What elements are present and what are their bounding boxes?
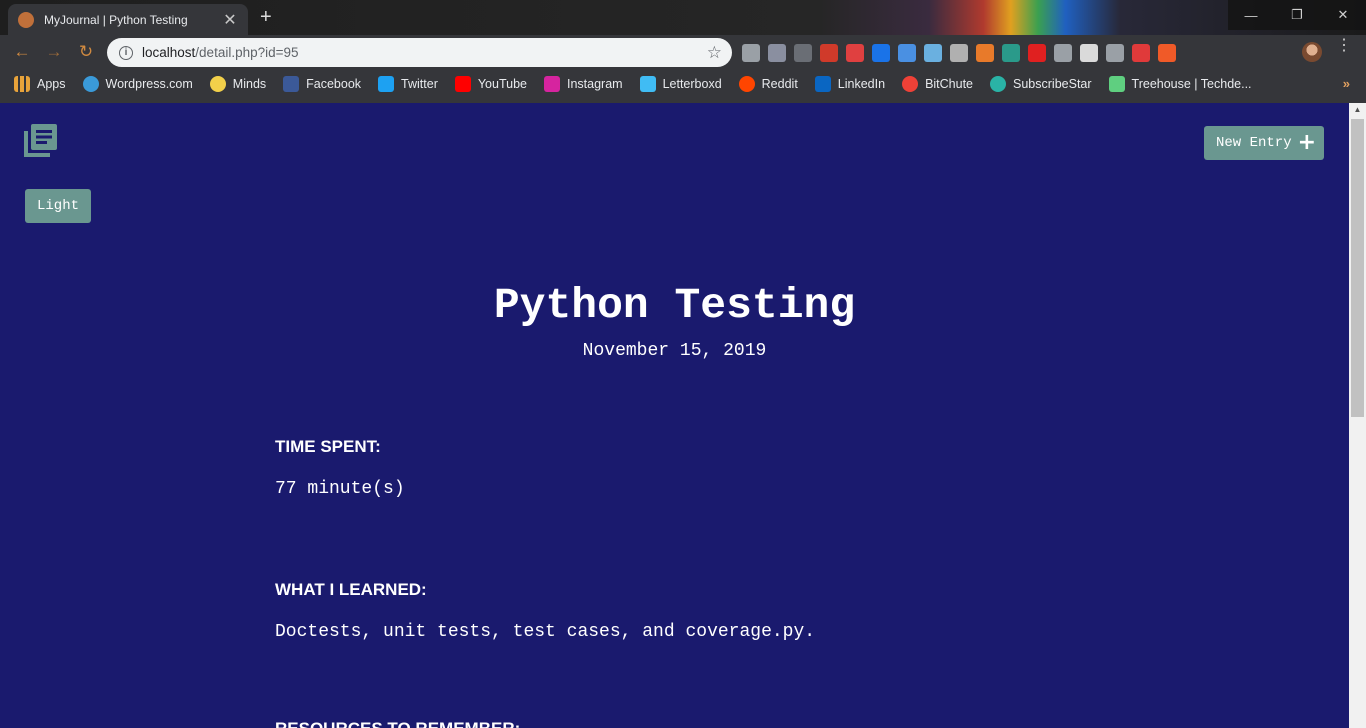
browser-tab[interactable]: MyJournal | Python Testing ✕ — [8, 4, 248, 35]
learned-heading: WHAT I LEARNED: — [275, 580, 427, 599]
page-scrollbar[interactable]: ▲ — [1349, 103, 1366, 728]
plus-icon: + — [1297, 130, 1317, 155]
instagram-icon — [543, 76, 560, 92]
linkedin-icon — [814, 76, 831, 92]
bookmark-item[interactable]: Apps — [14, 76, 66, 92]
extension-icon[interactable] — [1028, 44, 1046, 62]
bookmark-item[interactable]: LinkedIn — [814, 76, 886, 92]
apps-grid-icon — [14, 76, 30, 92]
treehouse-icon — [1108, 76, 1125, 92]
browser-toolbar: ← → ↻ i localhost/detail.php?id=95 ☆ ⋮ — [0, 35, 1366, 70]
bookmark-label: YouTube — [477, 77, 527, 91]
wordpress-icon — [82, 76, 99, 92]
browser-titlebar: MyJournal | Python Testing ✕ + — ❐ ✕ — [0, 0, 1366, 35]
bookmark-label: Treehouse | Techde... — [1131, 77, 1252, 91]
bookmark-label: SubscribeStar — [1013, 77, 1092, 91]
time-spent-value: 77 minute(s) — [275, 479, 405, 499]
time-spent-heading: TIME SPENT: — [275, 437, 381, 456]
tab-favicon-icon — [18, 11, 34, 28]
minimize-icon[interactable]: — — [1228, 0, 1274, 30]
extension-icon[interactable] — [898, 44, 916, 62]
bookmark-item[interactable]: Reddit — [738, 76, 798, 92]
bookmark-label: Twitter — [401, 77, 438, 91]
bookmark-label: BitChute — [925, 77, 974, 91]
bookmark-item[interactable]: BitChute — [902, 76, 973, 92]
journal-logo-icon[interactable] — [22, 123, 58, 159]
facebook-icon — [283, 76, 300, 92]
extension-icon[interactable] — [846, 44, 864, 62]
back-arrow-icon[interactable]: ← — [10, 40, 34, 64]
extension-icon[interactable] — [1158, 44, 1176, 62]
restore-icon[interactable]: ❐ — [1274, 0, 1320, 30]
extension-icon[interactable] — [1106, 44, 1124, 62]
extension-icon[interactable] — [1002, 44, 1020, 62]
bookmark-label: LinkedIn — [837, 77, 886, 91]
extension-icon[interactable] — [768, 44, 786, 62]
extension-icon[interactable] — [976, 44, 994, 62]
forward-arrow-icon[interactable]: → — [42, 40, 66, 64]
extension-icon[interactable] — [794, 44, 812, 62]
url-text[interactable]: localhost/detail.php?id=95 — [142, 45, 707, 60]
bookmark-label: Apps — [37, 77, 66, 91]
profile-avatar[interactable] — [1302, 42, 1322, 62]
extensions-bar — [742, 42, 1176, 64]
extension-icon[interactable] — [924, 44, 942, 62]
scrollbar-thumb[interactable] — [1351, 119, 1364, 417]
bookmark-item[interactable]: Instagram — [543, 76, 623, 92]
extension-icon[interactable] — [872, 44, 890, 62]
address-bar[interactable]: i localhost/detail.php?id=95 ☆ — [107, 38, 732, 67]
bookmark-item[interactable]: Facebook — [283, 76, 361, 92]
more-bookmarks-chevron-icon[interactable]: » — [1343, 76, 1350, 91]
entry-title: Python Testing — [493, 281, 856, 330]
bookmark-item[interactable]: Twitter — [378, 76, 438, 92]
bookmarks-bar: Apps Wordpress.com Minds Facebook Twitter You… — [0, 70, 1366, 98]
new-tab-plus-icon[interactable]: + — [260, 6, 280, 29]
bookmark-item[interactable]: SubscribeStar — [990, 76, 1092, 92]
page-content: New Entry + Light Python Testing Novembe… — [0, 103, 1349, 728]
bookmark-label: Letterboxd — [662, 77, 722, 91]
reddit-icon — [738, 76, 755, 92]
youtube-icon — [454, 76, 471, 92]
resources-heading: RESOURCES TO REMEMBER: — [275, 719, 520, 728]
bookmark-item[interactable]: YouTube — [454, 76, 527, 92]
bookmark-item[interactable]: Letterboxd — [639, 76, 722, 92]
new-entry-label: New Entry — [1216, 135, 1292, 151]
bookmark-label: Reddit — [761, 77, 798, 91]
twitter-icon — [378, 76, 395, 92]
bookmark-star-icon[interactable]: ☆ — [707, 43, 722, 63]
theme-toggle-button[interactable]: Light — [25, 189, 91, 223]
minds-bulb-icon — [209, 76, 226, 92]
extension-icon[interactable] — [820, 44, 838, 62]
window-controls: — ❐ ✕ — [1228, 0, 1366, 30]
letterboxd-icon — [639, 76, 656, 92]
new-entry-button[interactable]: New Entry + — [1204, 126, 1324, 160]
subscribestar-icon — [990, 76, 1007, 92]
bookmark-item[interactable]: Treehouse | Techde... — [1108, 76, 1252, 92]
url-host: localhost — [142, 45, 196, 60]
learned-value: Doctests, unit tests, test cases, and co… — [275, 622, 816, 642]
bookmark-item[interactable]: Minds — [209, 76, 267, 92]
entry-date: November 15, 2019 — [582, 341, 767, 361]
reload-icon[interactable]: ↻ — [74, 40, 98, 64]
scroll-up-arrow-icon[interactable]: ▲ — [1349, 103, 1366, 117]
bitchute-icon — [902, 76, 919, 92]
bookmark-label: Instagram — [566, 77, 623, 91]
extension-icon[interactable] — [1080, 44, 1098, 62]
extension-icon[interactable] — [950, 44, 968, 62]
bookmark-label: Facebook — [306, 77, 362, 91]
extension-icon[interactable] — [1132, 44, 1150, 62]
browser-menu-icon[interactable]: ⋮ — [1336, 38, 1352, 54]
tab-title: MyJournal | Python Testing — [44, 12, 188, 27]
close-window-icon[interactable]: ✕ — [1320, 0, 1366, 30]
bookmark-label: Wordpress.com — [105, 77, 193, 91]
extension-icon[interactable] — [742, 44, 760, 62]
bookmark-item[interactable]: Wordpress.com — [82, 76, 193, 92]
extension-icon[interactable] — [1054, 44, 1072, 62]
bookmark-label: Minds — [232, 77, 267, 91]
url-path: /detail.php?id=95 — [195, 45, 299, 60]
site-info-icon[interactable]: i — [119, 45, 133, 60]
tab-close-icon[interactable]: ✕ — [222, 10, 238, 30]
